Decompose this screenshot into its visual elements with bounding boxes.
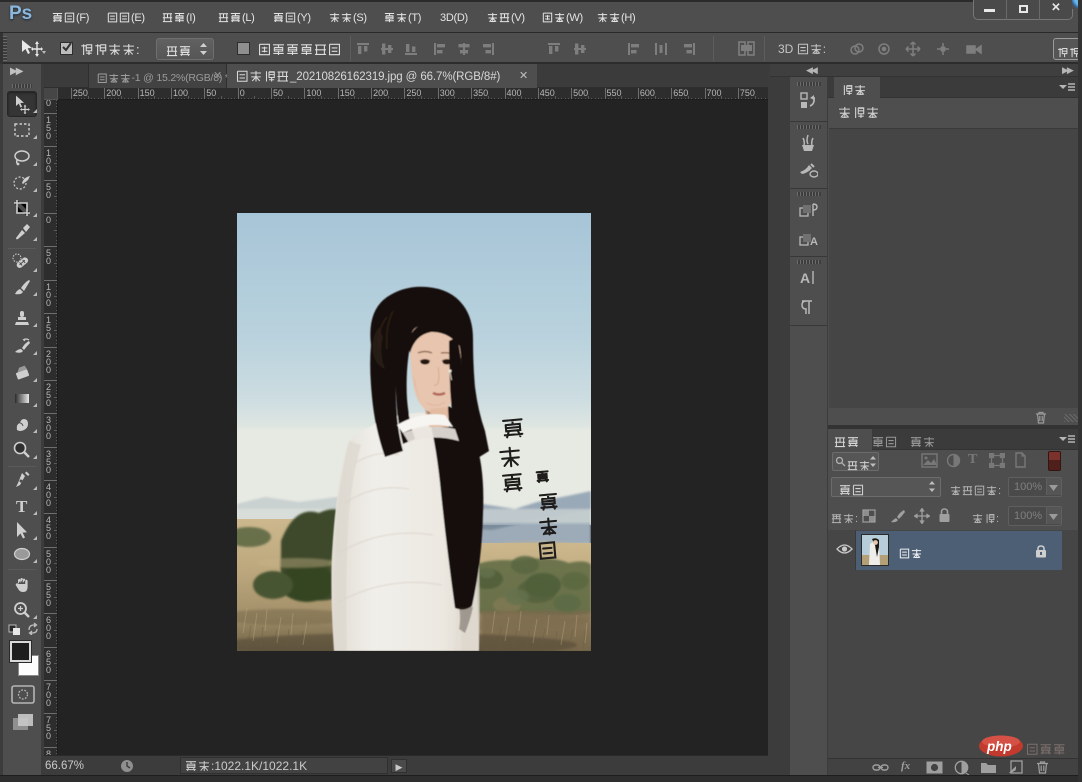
svg-text:php: php — [986, 739, 1012, 754]
svg-text:T: T — [16, 497, 28, 516]
svg-text:A: A — [800, 270, 810, 286]
svg-text:A: A — [810, 236, 818, 248]
